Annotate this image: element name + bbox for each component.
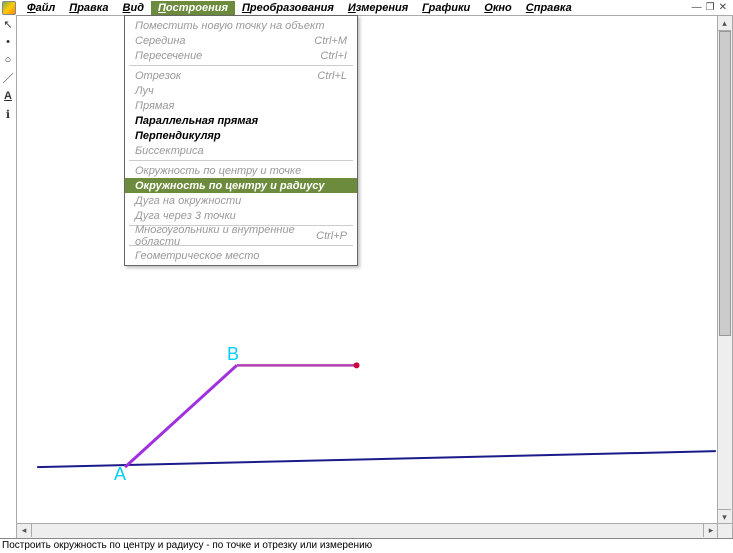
menu-item-label: Многоугольники и внутренние области xyxy=(135,224,316,248)
menu-item-label: Параллельная прямая xyxy=(135,115,347,127)
menubar: ФайлПравкаВидПостроенияПреобразованияИзм… xyxy=(0,0,733,16)
restore-button[interactable]: ❐ xyxy=(706,3,715,13)
app-icon xyxy=(2,1,16,15)
scroll-corner xyxy=(717,523,732,538)
menu-item: Биссектриса xyxy=(125,143,357,158)
menu-правка[interactable]: Правка xyxy=(62,1,115,15)
select-tool[interactable]: ↖ xyxy=(1,17,15,31)
scroll-down-icon[interactable]: ▾ xyxy=(718,509,731,524)
scroll-up-icon[interactable]: ▴ xyxy=(718,16,731,31)
menu-item-label: Середина xyxy=(135,35,314,47)
circle-tool[interactable]: ○ xyxy=(1,53,15,67)
menu-item-label: Перпендикуляр xyxy=(135,130,347,142)
point-tool[interactable]: • xyxy=(1,35,15,49)
menu-item-label: Дуга через 3 точки xyxy=(135,210,347,222)
menu-separator xyxy=(129,160,353,161)
menu-item-label: Пересечение xyxy=(135,50,320,62)
constructions-menu: Поместить новую точку на объектСерединаC… xyxy=(124,15,358,266)
menu-файл[interactable]: Файл xyxy=(20,1,62,15)
menu-item: Дуга через 3 точки xyxy=(125,208,357,223)
menu-item: Прямая xyxy=(125,98,357,113)
menu-item-label: Поместить новую точку на объект xyxy=(135,20,347,32)
menu-item-label: Дуга на окружности xyxy=(135,195,347,207)
point-c[interactable] xyxy=(354,362,360,368)
menu-item[interactable]: Окружность по центру и радиусу xyxy=(125,178,357,193)
scroll-thumb[interactable] xyxy=(719,31,731,336)
menu-окно[interactable]: Окно xyxy=(477,1,519,15)
menu-item: СерединаCtrl+M xyxy=(125,33,357,48)
vertical-scrollbar[interactable]: ▴ ▾ xyxy=(717,16,732,524)
menu-item: Геометрическое место xyxy=(125,248,357,263)
menu-separator xyxy=(129,65,353,66)
menu-вид[interactable]: Вид xyxy=(116,1,151,15)
menu-item: Многоугольники и внутренние областиCtrl+… xyxy=(125,228,357,243)
menu-item: ОтрезокCtrl+L xyxy=(125,68,357,83)
menu-item-label: Геометрическое место xyxy=(135,250,347,262)
scroll-left-icon[interactable]: ◂ xyxy=(17,524,32,537)
menu-item-label: Биссектриса xyxy=(135,145,347,157)
menu-item: Луч xyxy=(125,83,357,98)
tool-palette: ↖ • ○ ／ Aℹ xyxy=(0,15,17,539)
segment-ab xyxy=(125,365,237,467)
menu-item-label: Окружность по центру и радиусу xyxy=(135,180,347,192)
menu-item: Окружность по центру и точке xyxy=(125,163,357,178)
menu-item: ПересечениеCtrl+I xyxy=(125,48,357,63)
menu-измерения[interactable]: Измерения xyxy=(341,1,415,15)
menu-справка[interactable]: Справка xyxy=(519,1,579,15)
line-tool[interactable]: ／ xyxy=(1,71,15,85)
menu-item: Поместить новую точку на объект xyxy=(125,18,357,33)
status-bar: Построить окружность по центру и радиусу… xyxy=(0,538,733,553)
text-tool[interactable]: A xyxy=(1,89,15,103)
menu-item-shortcut: Ctrl+L xyxy=(317,70,347,82)
label-a: A xyxy=(114,464,126,485)
menu-item-shortcut: Ctrl+I xyxy=(320,50,347,62)
scroll-right-icon[interactable]: ▸ xyxy=(703,524,718,537)
minimize-button[interactable]: — xyxy=(692,3,702,13)
menu-item: Дуга на окружности xyxy=(125,193,357,208)
menu-item[interactable]: Перпендикуляр xyxy=(125,128,357,143)
menu-item-label: Окружность по центру и точке xyxy=(135,165,347,177)
menu-item-label: Луч xyxy=(135,85,347,97)
menu-графики[interactable]: Графики xyxy=(415,1,477,15)
menu-преобразования[interactable]: Преобразования xyxy=(235,1,341,15)
label-b: B xyxy=(227,344,239,365)
menu-построения[interactable]: Построения xyxy=(151,1,235,15)
menu-item-label: Отрезок xyxy=(135,70,317,82)
horizontal-scrollbar[interactable]: ◂ ▸ xyxy=(17,523,718,538)
menu-item-shortcut: Ctrl+P xyxy=(316,230,347,242)
window-controls: — ❐ ✕ xyxy=(692,3,727,13)
close-button[interactable]: ✕ xyxy=(719,3,727,13)
menu-item[interactable]: Параллельная прямая xyxy=(125,113,357,128)
info-tool[interactable]: ℹ xyxy=(1,107,15,121)
menu-item-label: Прямая xyxy=(135,100,347,112)
menu-item-shortcut: Ctrl+M xyxy=(314,35,347,47)
